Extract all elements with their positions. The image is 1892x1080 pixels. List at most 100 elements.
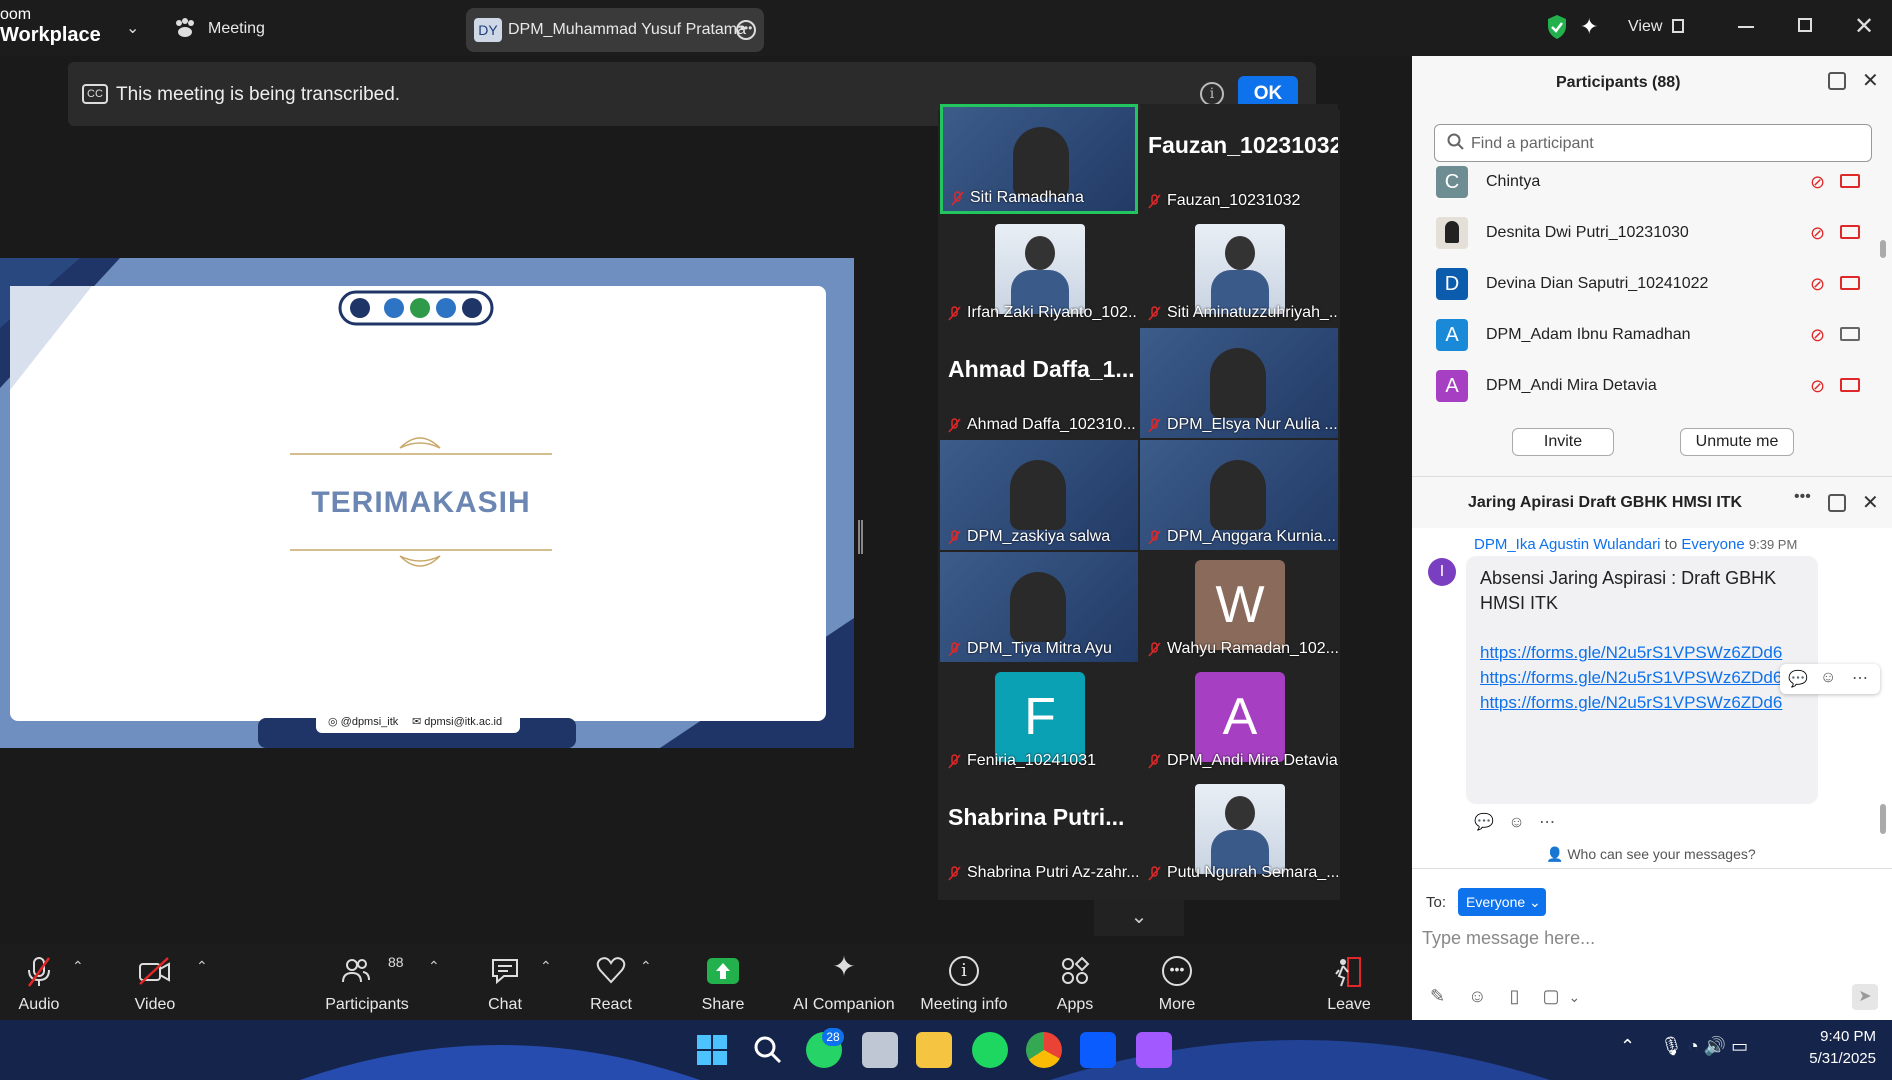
chat-link[interactable]: https://forms.gle/N2u5rS1VPSWz6ZDd6 [1480, 640, 1804, 665]
chat-input[interactable]: Type message here... [1422, 928, 1595, 949]
meeting-paw-icon[interactable] [174, 18, 196, 38]
minimize-icon[interactable] [1738, 26, 1754, 28]
chat-caret-icon[interactable]: ⌃ [540, 958, 552, 975]
participant-search[interactable]: Find a participant [1434, 124, 1872, 162]
search-input[interactable]: Find a participant [1471, 135, 1594, 153]
person-silhouette [1010, 460, 1066, 530]
screenshot-icon[interactable]: ▢ [1542, 986, 1559, 1006]
file-icon[interactable]: ▯ [1510, 986, 1520, 1006]
video-button[interactable]: Video [120, 944, 190, 1020]
unmute-me-button[interactable]: Unmute me [1680, 428, 1794, 456]
file-explorer-icon[interactable] [916, 1032, 952, 1068]
participant-tile[interactable]: Siti Ramadhana [940, 104, 1138, 214]
format-icon[interactable]: ✎ [1430, 986, 1445, 1006]
participant-tile[interactable]: Siti Aminatuzzuhriyah_... [1140, 216, 1338, 326]
profile-photo [995, 224, 1085, 314]
resize-handle[interactable] [858, 520, 863, 554]
view-grid-icon[interactable] [1672, 19, 1684, 33]
participant-row[interactable]: Desnita Dwi Putri_10231030 ⊘ [1436, 209, 1876, 257]
chrome-icon[interactable] [1026, 1032, 1062, 1068]
video-caret-icon[interactable]: ⌃ [196, 958, 208, 975]
meeting-info-button[interactable]: i Meeting info [914, 944, 1014, 1020]
react-caret-icon[interactable]: ⌃ [640, 958, 652, 975]
ai-companion-button[interactable]: ✦ AI Companion [788, 944, 900, 1020]
chat-popout-icon[interactable] [1828, 494, 1846, 512]
chat-to-word: to [1664, 536, 1678, 553]
tray-chevron-icon[interactable]: ⌃ [1620, 1036, 1635, 1057]
share-button[interactable]: Share [696, 944, 750, 1020]
participants-label: Participants [325, 996, 409, 1013]
zoom-taskbar-icon[interactable] [1080, 1032, 1116, 1068]
participant-tile[interactable]: Shabrina Putri... Shabrina Putri Az-zahr.… [940, 776, 1138, 886]
info-icon[interactable]: i [1200, 82, 1224, 106]
participant-row[interactable]: C Chintya ⊘ [1436, 158, 1876, 206]
participant-tile[interactable]: W Wahyu Ramadan_102... [1140, 552, 1338, 662]
emoji-react-icon[interactable]: ☺ [1820, 669, 1836, 687]
participant-tile[interactable]: Fauzan_10231032 Fauzan_10231032 [1140, 104, 1338, 214]
more-options-icon[interactable]: ••• [736, 20, 756, 40]
more-button[interactable]: ••• More [1152, 944, 1202, 1020]
chat-scrollbar[interactable] [1880, 804, 1886, 834]
search-taskbar-icon[interactable] [752, 1034, 784, 1071]
participant-tile[interactable]: DPM_Tiya Mitra Ayu [940, 552, 1138, 662]
mic-muted-icon [1148, 529, 1161, 545]
reply-thread-icon[interactable]: 💬 [1474, 814, 1494, 831]
footer-more-icon[interactable]: ⋯ [1539, 814, 1555, 831]
view-button[interactable]: View [1628, 18, 1662, 36]
participant-tile[interactable]: DPM_Anggara Kurnia... [1140, 440, 1338, 550]
chat-more-icon[interactable]: ••• [1794, 488, 1811, 506]
participant-tile[interactable]: DPM_zaskiya salwa [940, 440, 1138, 550]
chat-close-icon[interactable]: ✕ [1862, 490, 1879, 515]
chat-sender[interactable]: DPM_Ika Agustin Wulandari [1474, 536, 1660, 553]
send-icon[interactable]: ➤ [1852, 984, 1878, 1010]
participants-close-icon[interactable]: ✕ [1862, 68, 1879, 93]
who-can-see-link[interactable]: 👤 Who can see your messages? [1546, 846, 1756, 863]
screenshot-chevron-icon[interactable]: ⌄ [1568, 989, 1580, 1005]
react-button[interactable]: React [586, 944, 636, 1020]
popout-icon[interactable] [1828, 72, 1846, 90]
chat-button[interactable]: Chat [480, 944, 530, 1020]
emoji-icon[interactable]: ☺ [1468, 986, 1486, 1006]
reply-icon[interactable]: 💬 [1788, 669, 1808, 689]
security-shield-icon[interactable] [1546, 14, 1568, 45]
participants-button[interactable]: 88 Participants [320, 944, 414, 1020]
invite-button[interactable]: Invite [1512, 428, 1614, 456]
restore-icon[interactable] [1798, 18, 1812, 32]
close-icon[interactable]: ✕ [1854, 12, 1874, 41]
recipient-dropdown[interactable]: Everyone ⌄ [1458, 888, 1546, 916]
clock-time[interactable]: 9:40 PM [1796, 1028, 1876, 1045]
apps-button[interactable]: Apps [1050, 944, 1100, 1020]
ai-sparkle-icon[interactable]: ✦ [1580, 14, 1598, 40]
leave-button[interactable]: Leave [1324, 944, 1374, 1020]
participant-row[interactable]: D Devina Dian Saputri_10241022 ⊘ [1436, 260, 1876, 308]
brand-chevron-icon[interactable]: ⌄ [126, 18, 139, 38]
system-tray[interactable]: 🎙 ◔ 🔊 ▭ [1660, 1036, 1748, 1057]
meeting-label[interactable]: Meeting [208, 20, 265, 38]
scroll-down-chevron-icon[interactable]: ⌄ [1094, 900, 1184, 936]
participant-row[interactable]: A DPM_Andi Mira Detavia ⊘ [1436, 362, 1876, 410]
participants-caret-icon[interactable]: ⌃ [428, 958, 440, 975]
participant-name: DPM_Andi Mira Detavia [1486, 377, 1657, 394]
chat-link[interactable]: https://forms.gle/N2u5rS1VPSWz6ZDd6 [1480, 690, 1804, 715]
participant-tile[interactable]: Ahmad Daffa_1... Ahmad Daffa_102310... [940, 328, 1138, 438]
spotify-icon[interactable] [972, 1032, 1008, 1068]
participant-tile[interactable]: DPM_Elsya Nur Aulia ... [1140, 328, 1338, 438]
message-more-icon[interactable]: ⋯ [1852, 668, 1868, 688]
printer-icon[interactable] [862, 1032, 898, 1068]
add-reaction-icon[interactable]: ☺ [1508, 814, 1524, 831]
chat-link[interactable]: https://forms.gle/N2u5rS1VPSWz6ZDd6 [1480, 665, 1804, 690]
participant-row[interactable]: A DPM_Adam Ibnu Ramadhan ⊘ [1436, 311, 1876, 359]
active-speaker-pill[interactable]: DY DPM_Muhammad Yusuf Pratama ••• [466, 8, 764, 52]
participant-tile[interactable]: Irfan Zaki Riyanto_102... [940, 216, 1138, 326]
participants-scrollbar[interactable] [1880, 240, 1886, 258]
clock-date[interactable]: 5/31/2025 [1776, 1050, 1876, 1067]
participant-tile[interactable]: Putu Ngurah Semara_... [1140, 776, 1338, 886]
audio-button[interactable]: Audio [4, 944, 74, 1020]
more-label: More [1158, 996, 1196, 1013]
participant-tile[interactable]: A DPM_Andi Mira Detavia [1140, 664, 1338, 774]
figma-icon[interactable] [1136, 1032, 1172, 1068]
participant-tile[interactable]: F Feniria_10241031 [940, 664, 1138, 774]
windows-start-icon[interactable] [696, 1034, 728, 1066]
chat-recipient[interactable]: Everyone [1681, 536, 1744, 553]
audio-caret-icon[interactable]: ⌃ [72, 958, 84, 975]
